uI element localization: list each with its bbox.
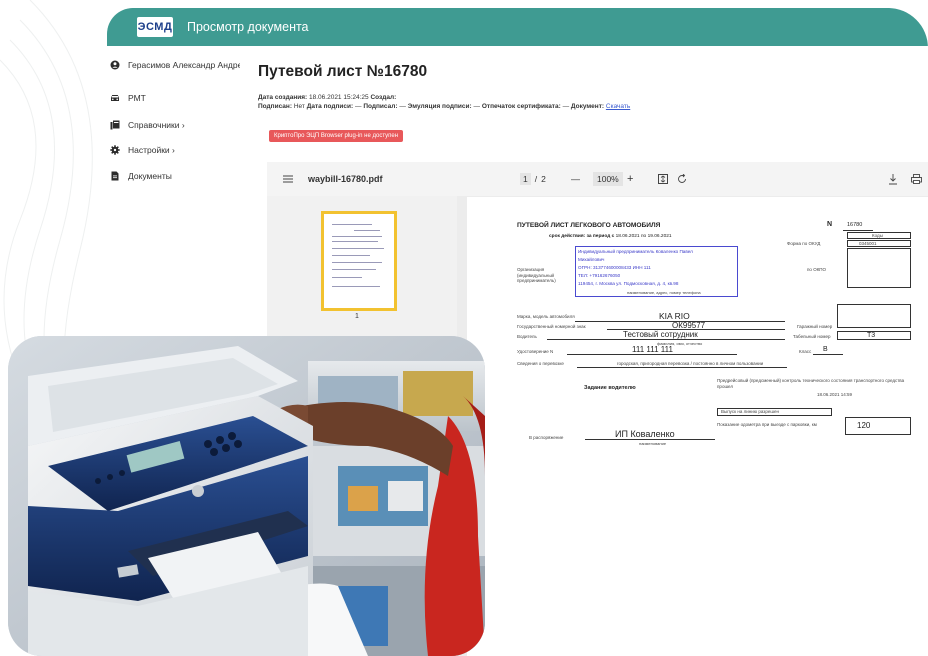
download-icon xyxy=(889,173,897,184)
sidebar-item-label: РМТ xyxy=(128,93,146,103)
odometer-label: Показание одометра при выезде с парковки… xyxy=(717,422,817,427)
page-total: 2 xyxy=(541,174,546,184)
codes-label: Коды xyxy=(872,233,883,238)
sidebar-item-directories[interactable]: Справочники › xyxy=(107,115,240,135)
page-separator: / xyxy=(534,174,538,184)
license-label: Удостоверение N xyxy=(517,349,554,354)
car-icon xyxy=(111,95,119,101)
page-current[interactable]: 1 xyxy=(520,173,531,185)
disposal-label: В распоряжение xyxy=(529,435,564,440)
okud-label: Форма по ОКУД xyxy=(787,241,821,246)
org-label: Организация (индивидуальный предпринимат… xyxy=(517,267,556,283)
waybill-number: 16780 xyxy=(847,222,863,228)
menu-button[interactable] xyxy=(283,162,293,196)
sidebar-item-label: Справочники › xyxy=(128,120,185,130)
car-value: KIA RIO xyxy=(659,311,690,321)
page-thumbnail[interactable] xyxy=(321,211,397,311)
okpo-label: по ОКПО xyxy=(807,267,827,272)
printer-illustration xyxy=(8,336,485,656)
disposal-caption: наименование xyxy=(639,441,667,446)
download-button[interactable] xyxy=(888,162,898,196)
gear-icon xyxy=(110,145,120,155)
thumbnail-page-number: 1 xyxy=(355,313,359,320)
printer-icon xyxy=(911,174,922,184)
org-line: 119454, г. Москва ул. Подмосковная, д. 4… xyxy=(578,281,679,286)
app-title: Просмотр документа xyxy=(187,20,309,34)
download-link[interactable]: Скачать xyxy=(606,103,630,110)
license-value: 111 111 111 xyxy=(632,345,673,354)
driver-label: Водитель xyxy=(517,334,537,339)
pdf-filename: waybill-16780.pdf xyxy=(308,174,383,184)
fit-page-button[interactable] xyxy=(658,162,668,196)
escort-value: городская, пригородная перевозка / посто… xyxy=(617,361,764,366)
books-icon xyxy=(110,120,120,130)
waybill-period: срок действия: за период с 18.06.2021 по… xyxy=(549,234,672,239)
pdf-toolbar: waybill-16780.pdf 1 / 2 — 100% + xyxy=(267,162,928,196)
control-date: 18.06.2021 14:59 xyxy=(817,392,853,397)
printer-photo xyxy=(8,336,485,656)
class-value: В xyxy=(823,346,828,353)
top-bar: ЭСМ Д Просмотр документа xyxy=(107,8,928,46)
disposal-value: ИП Коваленко xyxy=(615,429,675,439)
sidebar-item-rmt[interactable]: РМТ xyxy=(107,88,240,108)
garage-label: Гаражный номер xyxy=(797,324,833,329)
tabel-label: Табельный номер xyxy=(793,334,831,339)
org-caption: наименование, адрес, номер телефона xyxy=(627,290,701,295)
menu-icon xyxy=(283,175,293,183)
pdf-page: ПУТЕВОЙ ЛИСТ ЛЕГКОВОГО АВТОМОБИЛЯ N 1678… xyxy=(467,197,928,656)
fit-page-icon xyxy=(658,174,668,184)
release-label: Выпуск на линию разрешен xyxy=(721,409,779,414)
class-label: Класс xyxy=(799,349,812,354)
escort-label: Сведения о перевозке xyxy=(517,361,564,366)
print-button[interactable] xyxy=(911,162,922,196)
sidebar-item-settings[interactable]: Настройки › xyxy=(107,140,240,160)
org-line: ТЕЛ: +79162676050 xyxy=(578,273,621,278)
app-logo[interactable]: ЭСМ Д xyxy=(137,17,173,37)
sidebar-item-label: Герасимов Александр Андре xyxy=(128,60,240,70)
sidebar-item-label: Документы xyxy=(128,171,172,181)
user-icon xyxy=(110,60,120,70)
waybill-heading: ПУТЕВОЙ ЛИСТ ЛЕГКОВОГО АВТОМОБИЛЯ xyxy=(517,222,661,229)
rotate-icon xyxy=(678,174,686,183)
driver-value: Тестовый сотрудник xyxy=(623,330,698,339)
zoom-in-button[interactable]: + xyxy=(627,162,633,196)
car-label: Марка, модель автомобиля xyxy=(517,314,575,319)
waybill-number-label: N xyxy=(827,221,833,228)
tabel-value: Т3 xyxy=(867,332,876,339)
zoom-level[interactable]: 100% xyxy=(593,162,623,196)
control-text: Предрейсовый (предсменный) контроль техн… xyxy=(717,378,905,389)
task-label: Задание водителю xyxy=(584,385,636,391)
zoom-out-button[interactable]: — xyxy=(571,162,580,196)
sidebar-item-label: Настройки › xyxy=(128,145,175,155)
okud-value: 0345001 xyxy=(859,241,877,246)
document-icon xyxy=(111,171,119,181)
org-line: Михайлович xyxy=(578,257,605,262)
sidebar-item-user[interactable]: Герасимов Александр Андре xyxy=(107,55,240,75)
plugin-warning-badge: КриптоПро ЭЦП Browser plug-in не доступе… xyxy=(269,130,404,142)
page-title: Путевой лист №16780 xyxy=(258,63,428,80)
org-line: ОГРН: 313774600008433 ИНН 111 xyxy=(578,265,651,270)
sidebar-item-documents[interactable]: Документы xyxy=(107,166,240,186)
org-line: Индивидуальный предприниматель Коваленко… xyxy=(578,249,693,254)
rotate-button[interactable] xyxy=(677,162,687,196)
meta-created: Дата создания: 18.06.2021 15:24:25 Созда… xyxy=(258,94,397,101)
odometer-value: 120 xyxy=(857,421,871,430)
page-indicator: 1 / 2 xyxy=(520,162,546,196)
meta-signature: Подписан: Нет Дата подписи: — Подписал: … xyxy=(258,103,631,110)
plate-label: Государственный номерной знак xyxy=(517,324,586,329)
